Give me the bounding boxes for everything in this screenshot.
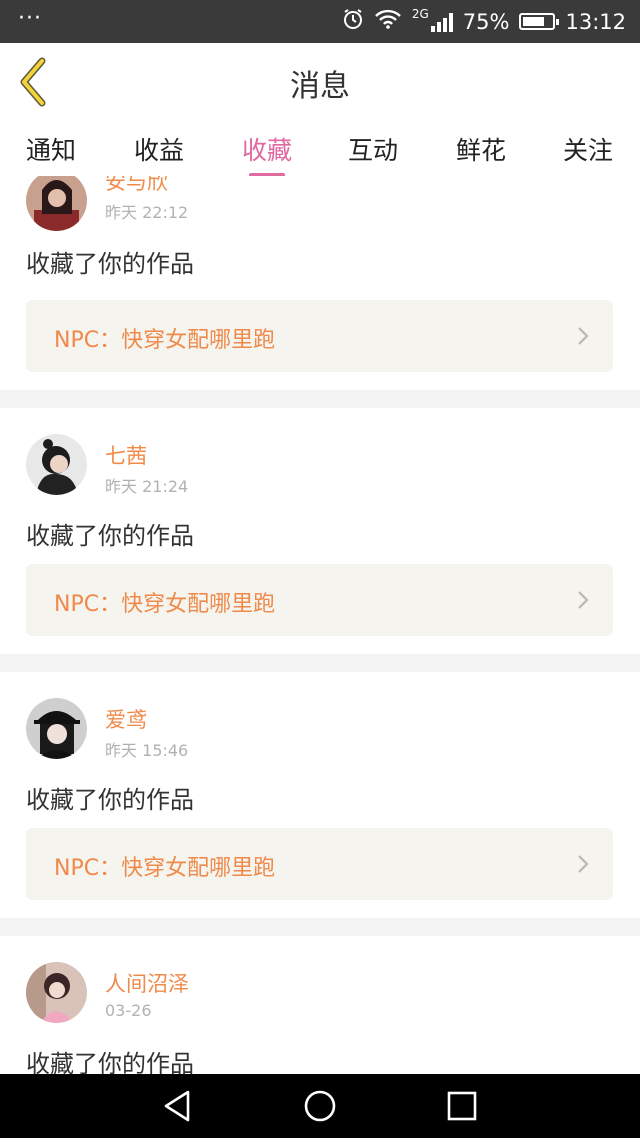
work-title: NPC：快穿女配哪里跑 bbox=[54, 328, 276, 353]
username[interactable]: 爱鸢 bbox=[105, 704, 147, 734]
nav-back-button[interactable] bbox=[160, 1088, 196, 1124]
status-bar: ··· 2G 75% 13:12 bbox=[0, 0, 640, 43]
action-text: 收藏了你的作品 bbox=[26, 786, 194, 814]
back-triangle-icon bbox=[164, 1090, 190, 1122]
tab-label: 通知 bbox=[25, 136, 76, 165]
tab-flowers[interactable]: 鲜花 bbox=[446, 131, 516, 167]
network-type: 2G bbox=[411, 6, 429, 21]
chevron-right-icon bbox=[578, 327, 589, 345]
wifi-icon bbox=[374, 9, 402, 34]
battery-fill bbox=[523, 17, 545, 26]
work-link[interactable]: NPC：快穿女配哪里跑 bbox=[26, 564, 613, 636]
avatar[interactable] bbox=[26, 962, 87, 1023]
action-text: 收藏了你的作品 bbox=[26, 522, 194, 550]
username[interactable]: 安与欣 bbox=[105, 176, 168, 196]
system-nav-bar bbox=[0, 1074, 640, 1138]
timestamp: 昨天 21:24 bbox=[105, 477, 189, 496]
tab-label: 收益 bbox=[133, 136, 184, 165]
tab-interactions[interactable]: 互动 bbox=[338, 131, 408, 167]
username[interactable]: 七茜 bbox=[105, 440, 147, 470]
work-link[interactable]: NPC：快穿女配哪里跑 bbox=[26, 828, 613, 900]
clock: 13:12 bbox=[565, 9, 626, 34]
chevron-right-icon bbox=[578, 591, 589, 609]
tab-bar: 通知 收益 收藏 互动 鲜花 关注 bbox=[0, 121, 640, 177]
tab-favorites[interactable]: 收藏 bbox=[232, 131, 302, 177]
list-item: 安与欣 昨天 22:12 收藏了你的作品 NPC：快穿女配哪里跑 bbox=[0, 176, 640, 390]
avatar[interactable] bbox=[26, 434, 87, 495]
battery-percent: 75% bbox=[462, 9, 510, 34]
list-item: 爱鸢 昨天 15:46 收藏了你的作品 NPC：快穿女配哪里跑 bbox=[0, 672, 640, 918]
tab-earnings[interactable]: 收益 bbox=[124, 131, 194, 167]
favorites-list[interactable]: 安与欣 昨天 22:12 收藏了你的作品 NPC：快穿女配哪里跑 七茜 昨天 2… bbox=[0, 176, 640, 1074]
avatar[interactable] bbox=[26, 176, 87, 231]
home-circle-icon bbox=[304, 1090, 336, 1122]
page-title: 消息 bbox=[290, 69, 350, 104]
tab-label: 关注 bbox=[562, 136, 613, 165]
battery-icon bbox=[519, 13, 560, 30]
timestamp: 昨天 22:12 bbox=[105, 203, 189, 222]
tab-notifications[interactable]: 通知 bbox=[16, 131, 86, 167]
header: 消息 bbox=[0, 43, 640, 122]
nav-recents-button[interactable] bbox=[444, 1088, 480, 1124]
list-item: 人间沼泽 03-26 收藏了你的作品 bbox=[0, 936, 640, 1074]
action-text: 收藏了你的作品 bbox=[26, 250, 194, 278]
status-icons: 2G 75% 13:12 bbox=[342, 0, 626, 43]
tab-label: 收藏 bbox=[241, 136, 292, 165]
nav-home-button[interactable] bbox=[302, 1088, 338, 1124]
alarm-icon bbox=[342, 8, 364, 35]
avatar[interactable] bbox=[26, 698, 87, 759]
recents-square-icon bbox=[447, 1091, 477, 1121]
chevron-right-icon bbox=[578, 855, 589, 873]
notification-dots: ··· bbox=[18, 6, 42, 31]
work-title: NPC：快穿女配哪里跑 bbox=[54, 592, 276, 617]
tab-label: 互动 bbox=[347, 136, 398, 165]
action-text: 收藏了你的作品 bbox=[26, 1050, 194, 1074]
tab-following[interactable]: 关注 bbox=[553, 131, 623, 167]
tab-label: 鲜花 bbox=[455, 136, 506, 165]
work-title: NPC：快穿女配哪里跑 bbox=[54, 856, 276, 881]
signal-icon bbox=[430, 12, 453, 32]
timestamp: 03-26 bbox=[105, 1001, 152, 1020]
timestamp: 昨天 15:46 bbox=[105, 741, 189, 760]
list-item: 七茜 昨天 21:24 收藏了你的作品 NPC：快穿女配哪里跑 bbox=[0, 408, 640, 654]
username[interactable]: 人间沼泽 bbox=[105, 968, 189, 998]
work-link[interactable]: NPC：快穿女配哪里跑 bbox=[26, 300, 613, 372]
